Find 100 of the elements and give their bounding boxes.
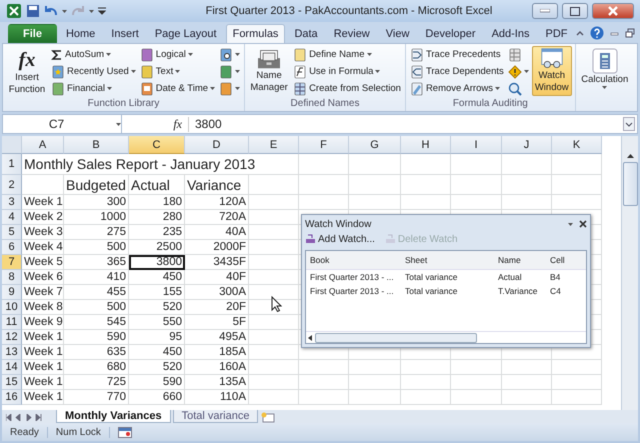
row-header[interactable]: 15 [2, 375, 22, 390]
close-button[interactable] [592, 3, 634, 19]
scrollbar-thumb[interactable] [622, 162, 638, 206]
ribbon-tab[interactable]: Developer [418, 24, 483, 43]
table-cell [299, 154, 349, 175]
ribbon-tab[interactable]: Insert [104, 24, 146, 43]
save-icon[interactable] [26, 4, 40, 18]
ribbon-tab[interactable]: View [378, 24, 416, 43]
ribbon-button[interactable]: Name Manager [248, 46, 290, 96]
caret-icon [210, 87, 216, 90]
row-header[interactable]: 16 [2, 390, 22, 405]
row-header[interactable]: 4 [2, 210, 22, 225]
row-header[interactable]: 7 [2, 255, 22, 270]
ribbon-button[interactable]: Text [138, 63, 216, 80]
ribbon-tab[interactable]: Add-Ins [484, 24, 536, 43]
table-cell [401, 175, 451, 195]
ribbon-tab[interactable]: Home [58, 24, 102, 43]
undo-icon[interactable] [44, 5, 58, 17]
sheet-tab[interactable]: Total variance [172, 410, 258, 423]
ribbon-icon-button[interactable] [506, 63, 530, 80]
ribbon-button[interactable]: fx Insert Function [6, 46, 48, 96]
ribbon-button[interactable]: Logical [138, 46, 216, 63]
sheet-tab[interactable]: Monthly Variances [56, 410, 171, 423]
file-tab[interactable]: File [8, 24, 57, 43]
name-box[interactable]: C7 [3, 115, 122, 133]
insert-function-button[interactable]: fx [122, 116, 189, 132]
ribbon-tab[interactable]: Formulas [226, 24, 286, 43]
table-cell [552, 375, 602, 390]
customize-toolbar-icon[interactable] [98, 7, 106, 15]
table-cell [502, 195, 552, 210]
table-cell [552, 195, 602, 210]
row-header[interactable]: 3 [2, 195, 22, 210]
column-header[interactable]: B [64, 136, 129, 154]
row-header[interactable]: 6 [2, 240, 22, 255]
help-icon[interactable] [590, 26, 604, 40]
ribbon-button[interactable]: AutoSum [50, 46, 137, 63]
ribbon-tab[interactable]: PDF [538, 24, 574, 43]
table-cell: Week 7 [22, 285, 64, 300]
ribbon-icon-button[interactable] [218, 46, 242, 63]
row-header[interactable]: 13 [2, 345, 22, 360]
row-header[interactable]: 1 [2, 154, 22, 175]
table-cell [349, 154, 401, 175]
row-header[interactable]: 2 [2, 175, 22, 195]
column-header[interactable]: A [22, 136, 64, 154]
column-header[interactable]: K [552, 136, 602, 154]
column-header[interactable]: H [401, 136, 451, 154]
new-sheet-icon[interactable] [260, 412, 276, 423]
ribbon-button[interactable]: Financial [50, 80, 137, 97]
table-cell: 495A [185, 330, 249, 345]
row-header[interactable]: 8 [2, 270, 22, 285]
ribbon-button[interactable]: Trace Dependents [408, 63, 505, 80]
macro-record-icon[interactable] [118, 426, 132, 438]
formula-field[interactable]: 3800 [189, 117, 623, 131]
vertical-scrollbar[interactable] [621, 136, 638, 410]
column-header[interactable]: E [249, 136, 299, 154]
ribbon-button[interactable]: Watch Window [532, 46, 572, 96]
expand-icon[interactable] [623, 117, 635, 131]
column-header[interactable]: D [185, 136, 249, 154]
row-header[interactable]: 10 [2, 300, 22, 315]
add-watch-button[interactable]: Add Watch... [305, 234, 375, 244]
ribbon-button[interactable]: Define Name [292, 46, 402, 63]
row-header[interactable]: 12 [2, 330, 22, 345]
delete-watch-icon [384, 234, 396, 244]
scroll-left-icon[interactable] [308, 334, 312, 340]
ribbon-tab[interactable]: Page Layout [148, 24, 224, 43]
table-cell [451, 375, 502, 390]
ribbon-icon-button[interactable] [218, 80, 242, 97]
grid-check-icon [508, 48, 522, 62]
calculation-button[interactable]: Calculation [578, 46, 631, 96]
maximize-button[interactable] [562, 3, 588, 19]
close-icon[interactable] [579, 220, 587, 228]
ribbon-button[interactable]: Recently Used [50, 63, 137, 80]
ribbon-button[interactable]: Use in Formula [292, 63, 402, 80]
scroll-up-icon[interactable] [626, 154, 634, 158]
table-cell [502, 175, 552, 195]
ribbon-button[interactable]: Date & Time [138, 80, 216, 97]
collapse-ribbon-icon[interactable] [576, 30, 584, 36]
column-header[interactable]: J [502, 136, 552, 154]
row-header[interactable]: 9 [2, 285, 22, 300]
caret-icon [366, 53, 372, 56]
horizontal-scrollbar[interactable] [306, 331, 586, 343]
column-header[interactable]: I [451, 136, 502, 154]
ribbon-button[interactable]: Trace Precedents [408, 46, 505, 63]
row-header[interactable]: 14 [2, 360, 22, 375]
column-header[interactable]: C [129, 136, 185, 154]
table-cell [249, 345, 299, 360]
ribbon-tab[interactable]: Review [326, 24, 377, 43]
column-header[interactable]: G [349, 136, 401, 154]
row-header[interactable]: 11 [2, 315, 22, 330]
table-cell [349, 195, 401, 210]
ribbon-button[interactable]: Create from Selection [292, 80, 402, 97]
book-icon [140, 48, 154, 62]
column-header[interactable]: F [299, 136, 349, 154]
table-cell: Actual [129, 175, 185, 195]
ribbon-icon-button[interactable] [218, 63, 242, 80]
table-cell [249, 330, 299, 345]
ribbon-tab[interactable]: Data [287, 24, 325, 43]
restore-icon[interactable] [625, 28, 636, 38]
row-header[interactable]: 5 [2, 225, 22, 240]
ribbon-button[interactable]: Remove Arrows [408, 80, 505, 97]
